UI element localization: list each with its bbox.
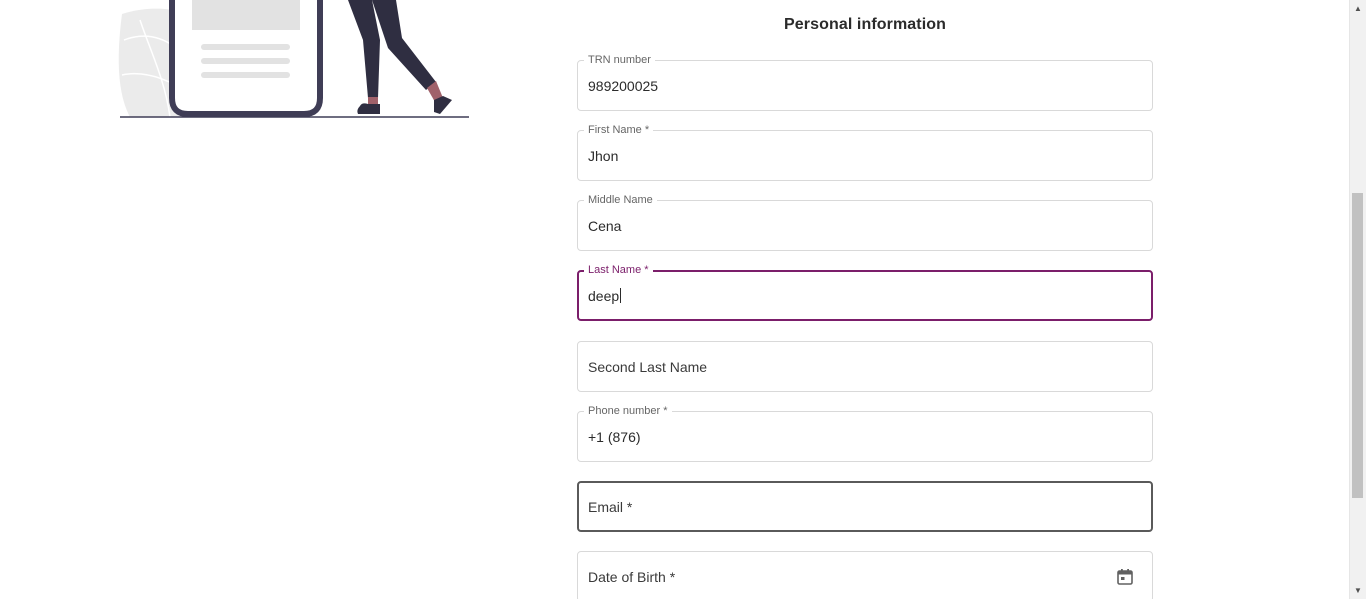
phone-number-label: Phone number * bbox=[584, 404, 672, 418]
middle-name-value: Cena bbox=[588, 218, 622, 234]
calendar-icon[interactable] bbox=[1116, 568, 1134, 586]
form-title: Personal information bbox=[783, 16, 947, 33]
trn-number-label: TRN number bbox=[584, 53, 655, 67]
person-with-phone-illustration bbox=[118, 0, 469, 118]
vertical-scrollbar[interactable]: ▲ ▼ bbox=[1349, 0, 1366, 599]
person-legs bbox=[348, 0, 452, 114]
last-name-label: Last Name * bbox=[584, 263, 653, 277]
first-name-value: Jhon bbox=[588, 148, 619, 164]
last-name-field[interactable]: Last Name * deep bbox=[577, 263, 1153, 321]
phone-number-value: +1 (876) bbox=[588, 429, 641, 445]
last-name-value-wrapper: deep bbox=[588, 287, 622, 305]
text-caret bbox=[620, 288, 622, 303]
trn-number-field[interactable]: TRN number 989200025 bbox=[577, 53, 1153, 111]
second-last-name-field[interactable]: Second Last Name bbox=[577, 341, 1153, 392]
second-last-name-placeholder: Second Last Name bbox=[588, 359, 708, 375]
scroll-down-arrow[interactable]: ▼ bbox=[1350, 582, 1366, 599]
phone-drawing bbox=[169, 0, 323, 117]
first-name-field[interactable]: First Name * Jhon bbox=[577, 123, 1153, 181]
email-placeholder: Email * bbox=[588, 499, 633, 515]
last-name-value: deep bbox=[588, 288, 620, 304]
middle-name-label: Middle Name bbox=[584, 193, 657, 207]
first-name-label: First Name * bbox=[584, 123, 654, 137]
date-of-birth-field[interactable]: Date of Birth * bbox=[577, 551, 1153, 599]
registration-page: Personal information TRN number 98920002… bbox=[0, 0, 1366, 599]
date-of-birth-placeholder: Date of Birth * bbox=[588, 569, 676, 585]
scroll-thumb[interactable] bbox=[1352, 193, 1363, 498]
email-field[interactable]: Email * bbox=[577, 481, 1153, 532]
trn-number-value: 989200025 bbox=[588, 78, 659, 94]
middle-name-field[interactable]: Middle Name Cena bbox=[577, 193, 1153, 251]
phone-number-field[interactable]: Phone number * +1 (876) bbox=[577, 404, 1153, 462]
scroll-up-arrow[interactable]: ▲ bbox=[1350, 0, 1366, 17]
